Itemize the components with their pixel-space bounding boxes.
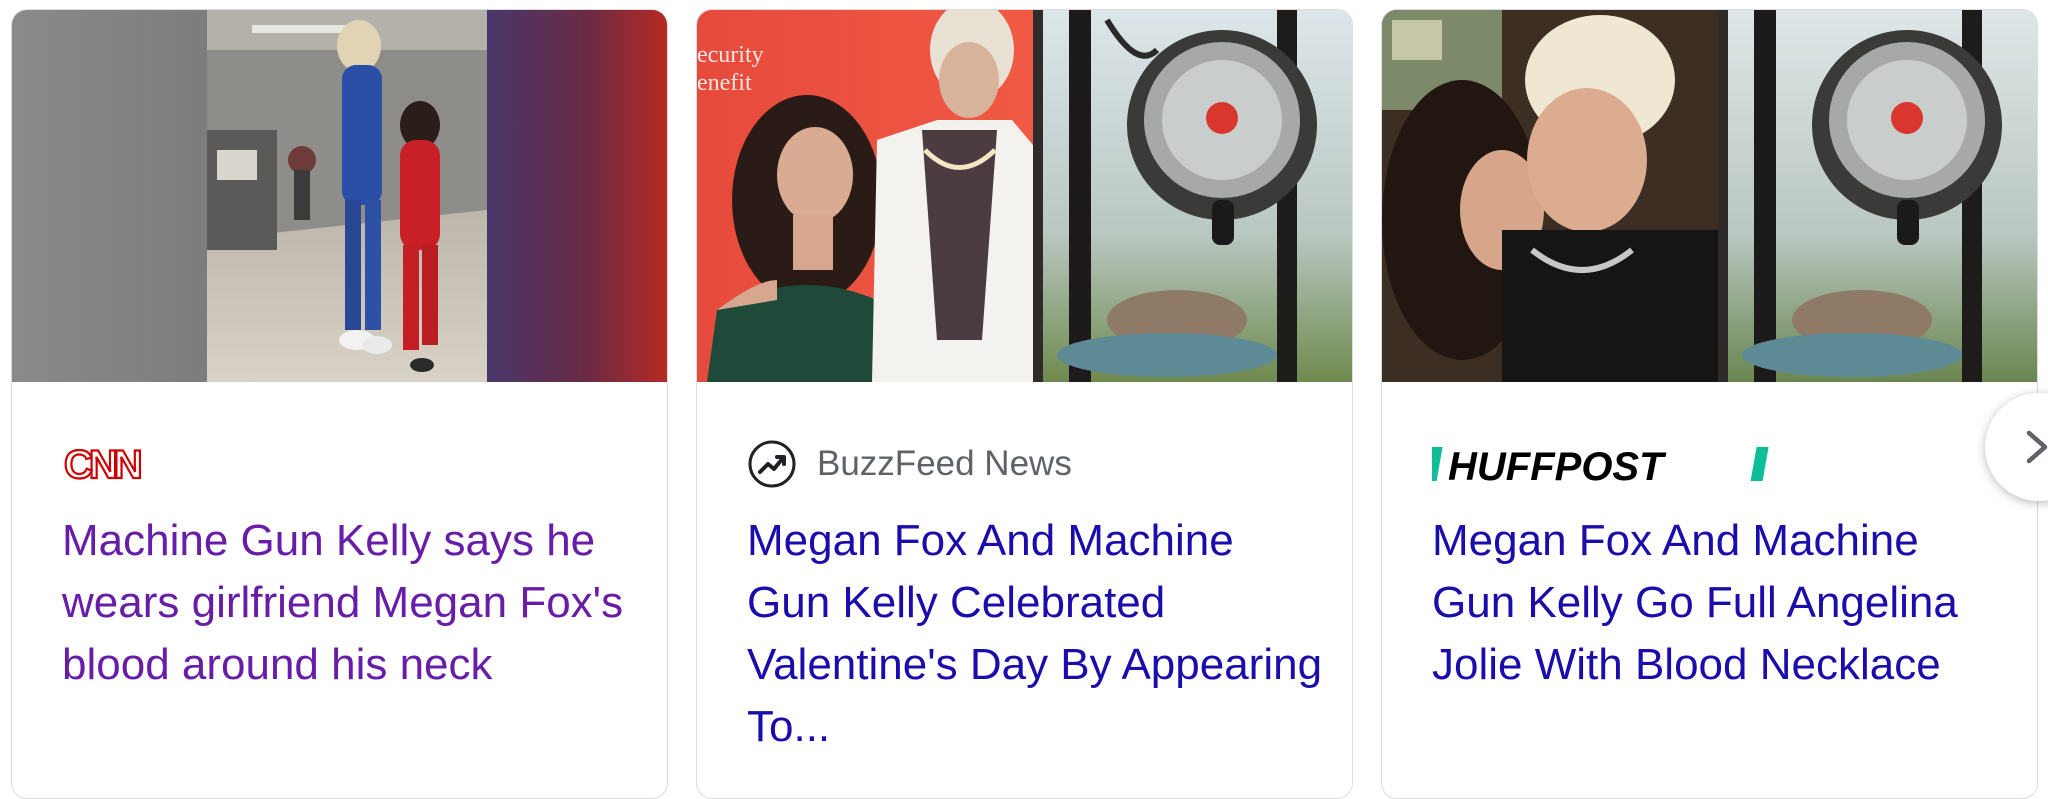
news-source: HUFFPOST (1432, 434, 1772, 494)
news-card[interactable]: HUFFPOST Megan Fox And Machine Gun Kelly… (1381, 9, 2038, 799)
news-card[interactable]: CNN Machine Gun Kelly says he wears girl… (11, 9, 668, 799)
top-stories-carousel: CNN Machine Gun Kelly says he wears girl… (0, 0, 2048, 799)
svg-text:enefit: enefit (697, 70, 752, 96)
news-source: CNN (62, 434, 150, 494)
news-thumbnail[interactable] (1382, 10, 2037, 382)
svg-text:ecurity: ecurity (697, 42, 764, 68)
cnn-logo-icon: CNN (62, 442, 150, 486)
buzzfeed-trending-arrow-icon (747, 439, 797, 489)
news-thumbnail[interactable]: ecurity enefit (697, 10, 1352, 382)
news-source: BuzzFeed News (747, 434, 1072, 494)
source-name: BuzzFeed News (817, 444, 1072, 483)
news-headline-link[interactable]: Megan Fox And Machine Gun Kelly Go Full … (1432, 510, 2012, 696)
news-headline-link[interactable]: Megan Fox And Machine Gun Kelly Celebrat… (747, 510, 1327, 758)
news-thumbnail[interactable] (12, 10, 667, 382)
svg-text:CNN: CNN (64, 443, 141, 486)
huffpost-logo-icon: HUFFPOST (1432, 439, 1772, 489)
svg-text:HUFFPOST: HUFFPOST (1448, 445, 1667, 489)
chevron-right-icon (2023, 427, 2048, 467)
news-card[interactable]: ecurity enefit BuzzFeed News Megan Fox A… (696, 9, 1353, 799)
news-headline-link[interactable]: Machine Gun Kelly says he wears girlfrie… (62, 510, 642, 696)
